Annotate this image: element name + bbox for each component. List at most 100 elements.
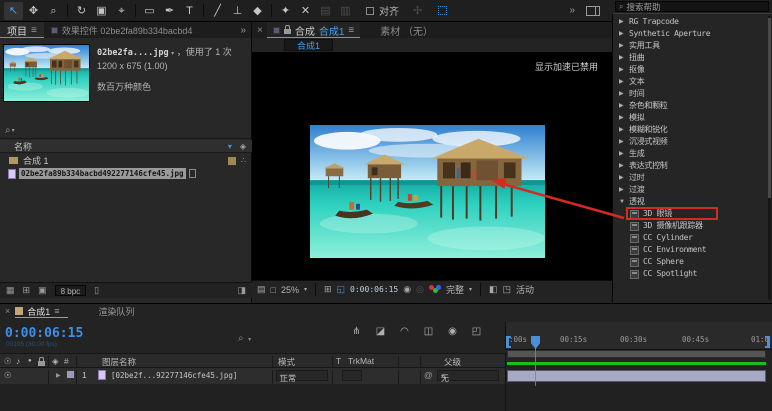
hand-tool-icon[interactable]: ✥: [24, 2, 43, 20]
tab-render-queue[interactable]: 渲染队列: [99, 305, 135, 318]
draft-3d-icon[interactable]: ◪: [374, 326, 387, 337]
current-timecode[interactable]: 0:00:06:15: [5, 326, 83, 341]
resolution-select[interactable]: 完整: [446, 283, 464, 296]
label-color-swatch[interactable]: [227, 156, 236, 165]
twirl-icon[interactable]: ▶: [619, 76, 629, 88]
preview-timecode[interactable]: 0:00:06:15: [350, 285, 398, 294]
screen-icon[interactable]: □: [271, 285, 276, 295]
chevron-down-icon[interactable]: ▾: [171, 51, 174, 57]
project-item-footage[interactable]: 02be2fa89b334bacbd492277146cfe45.jpg: [0, 167, 252, 180]
magnification-icon[interactable]: ▤: [257, 284, 266, 295]
effect-item-cc-cylinder[interactable]: CC Cylinder: [613, 232, 767, 244]
solo-column-icon[interactable]: ●: [28, 358, 32, 364]
show-snapshot-icon[interactable]: ◎: [416, 284, 424, 295]
rectangle-tool-icon[interactable]: ▭: [140, 2, 159, 20]
twirl-icon[interactable]: ▶: [619, 160, 629, 172]
effects-group-expression-controls[interactable]: ▶ 表达式控制: [613, 160, 767, 172]
shy-icon[interactable]: ◠: [398, 326, 411, 337]
timeline-search-field[interactable]: ⌕ ▾: [238, 328, 251, 346]
twirl-icon[interactable]: ▶: [619, 172, 629, 184]
frame-blending-icon[interactable]: ◫: [422, 326, 435, 337]
index-column-header[interactable]: #: [64, 356, 69, 366]
effect-item-3d-camera-tracker[interactable]: 3D 摄像机跟踪器: [613, 220, 767, 232]
align-checkbox[interactable]: [366, 6, 374, 15]
twirl-icon[interactable]: ▶: [619, 112, 629, 124]
audio-column-icon[interactable]: ♪: [16, 356, 20, 366]
trash-icon[interactable]: ▯: [94, 285, 99, 296]
layer-duration-bar[interactable]: [507, 370, 766, 382]
selection-tool-icon[interactable]: ↖: [4, 1, 23, 20]
twirl-icon[interactable]: ▶: [619, 124, 629, 136]
panel-menu-icon[interactable]: ≡: [31, 25, 37, 36]
workspace-icon[interactable]: [586, 5, 600, 16]
twirl-icon[interactable]: ▶: [619, 184, 629, 196]
blend-mode-select[interactable]: 正常 ▾: [276, 370, 328, 383]
tab-timeline-comp[interactable]: 合成1 ≡: [15, 304, 67, 318]
effect-item-cc-spotlight[interactable]: CC Spotlight: [613, 268, 767, 280]
project-list-header[interactable]: 名称 ▾ ◈: [0, 140, 252, 153]
work-area-start-bracket[interactable]: [506, 336, 511, 348]
brush-tool-icon[interactable]: ╱: [208, 2, 227, 20]
panel-menu-icon[interactable]: ≡: [54, 306, 59, 316]
text-tool-icon[interactable]: T: [180, 2, 199, 20]
work-area-end-bracket[interactable]: [765, 336, 770, 348]
twirl-icon[interactable]: ▶: [619, 88, 629, 100]
footage-name-selected[interactable]: 02be2fa89b334bacbd492277146cfe45.jpg: [19, 168, 186, 179]
eraser-tool-icon[interactable]: ◆: [248, 2, 267, 20]
lock-icon[interactable]: [283, 25, 291, 34]
breadcrumb[interactable]: 合成1: [284, 39, 334, 51]
target-icon[interactable]: ◧: [489, 284, 498, 295]
help-search-box[interactable]: ⌕: [615, 1, 769, 12]
effect-item-3d-glasses[interactable]: 3D 眼镜: [613, 207, 767, 220]
snapshot-icon[interactable]: ◉: [403, 284, 411, 295]
scrollbar-thumb[interactable]: [768, 18, 771, 198]
new-composition-icon[interactable]: ▣: [38, 285, 47, 296]
effects-group-simulation[interactable]: ▶ 模拟: [613, 112, 767, 124]
tab-overflow-chevron[interactable]: »: [240, 25, 251, 36]
twirl-icon[interactable]: ▶: [619, 64, 629, 76]
chevron-down-icon[interactable]: ▾: [469, 286, 472, 293]
effects-group-noise-grain[interactable]: ▶ 杂色和颗粒: [613, 100, 767, 112]
camera-tool-icon[interactable]: ▣: [92, 2, 111, 20]
effects-group-obsolete[interactable]: ▶ 过时: [613, 172, 767, 184]
twirl-icon[interactable]: ▶: [619, 52, 629, 64]
effects-group-synthetic-aperture[interactable]: ▶ Synthetic Aperture: [613, 28, 767, 40]
layer-color-swatch[interactable]: [66, 370, 75, 379]
close-icon[interactable]: ×: [5, 306, 10, 316]
parent-column-header[interactable]: 父级: [444, 356, 461, 368]
sort-chevron-icon[interactable]: ▾: [228, 142, 232, 151]
project-search-field[interactable]: ⌕ ▾: [0, 122, 252, 139]
layer-row[interactable]: ☉ ▶ 1 [02be2f...92277146cfe45.jpg] 正常 ▾ …: [0, 368, 505, 384]
scrollbar[interactable]: [768, 16, 771, 300]
panel-menu-icon[interactable]: ≡: [348, 25, 354, 36]
pan-behind-tool-icon[interactable]: ⌖: [112, 2, 131, 20]
zoom-tool-icon[interactable]: ⌕: [44, 2, 63, 20]
effect-item-cc-environment[interactable]: CC Environment: [613, 244, 767, 256]
trkmat-box[interactable]: [342, 370, 362, 381]
twirl-icon[interactable]: ▶: [619, 148, 629, 160]
tab-effect-controls[interactable]: 效果控件 02be2fa89b334bacbd4: [44, 22, 200, 38]
tab-footage-viewer[interactable]: 素材 （无）: [380, 23, 433, 38]
grid-guides-icon[interactable]: ⊞: [324, 284, 332, 295]
close-icon[interactable]: ×: [257, 25, 263, 36]
pixel-aspect-icon[interactable]: ◳: [502, 284, 511, 295]
roto-brush-tool-icon[interactable]: ✦: [276, 2, 295, 20]
effects-group-time[interactable]: ▶ 时间: [613, 88, 767, 100]
snap-dotted-icon[interactable]: [438, 6, 447, 15]
mask-star-icon[interactable]: ✢: [408, 2, 427, 20]
project-item-composition[interactable]: 合成 1 ∴: [0, 154, 252, 167]
effects-group-blur-sharpen[interactable]: ▶ 模糊和锐化: [613, 124, 767, 136]
toolbar-overflow-chevron[interactable]: »: [569, 5, 575, 16]
layer-name[interactable]: [02be2f...92277146cfe45.jpg]: [111, 371, 237, 380]
puppet-pin-tool-icon[interactable]: ✕: [296, 2, 315, 20]
panel-resize-icon[interactable]: ◨: [237, 285, 246, 296]
parent-select[interactable]: 无 ▾: [437, 370, 499, 383]
mode-column-header[interactable]: 模式: [278, 356, 295, 368]
twirl-icon[interactable]: ▶: [619, 136, 629, 148]
clone-stamp-tool-icon[interactable]: ⊥: [228, 2, 247, 20]
composition-stage[interactable]: 显示加速已禁用: [252, 52, 612, 280]
motion-blur-icon[interactable]: ◉: [446, 326, 459, 337]
help-search-input[interactable]: [626, 1, 765, 12]
footage-thumbnail[interactable]: [3, 44, 90, 102]
twirl-icon[interactable]: ▶: [619, 28, 629, 40]
